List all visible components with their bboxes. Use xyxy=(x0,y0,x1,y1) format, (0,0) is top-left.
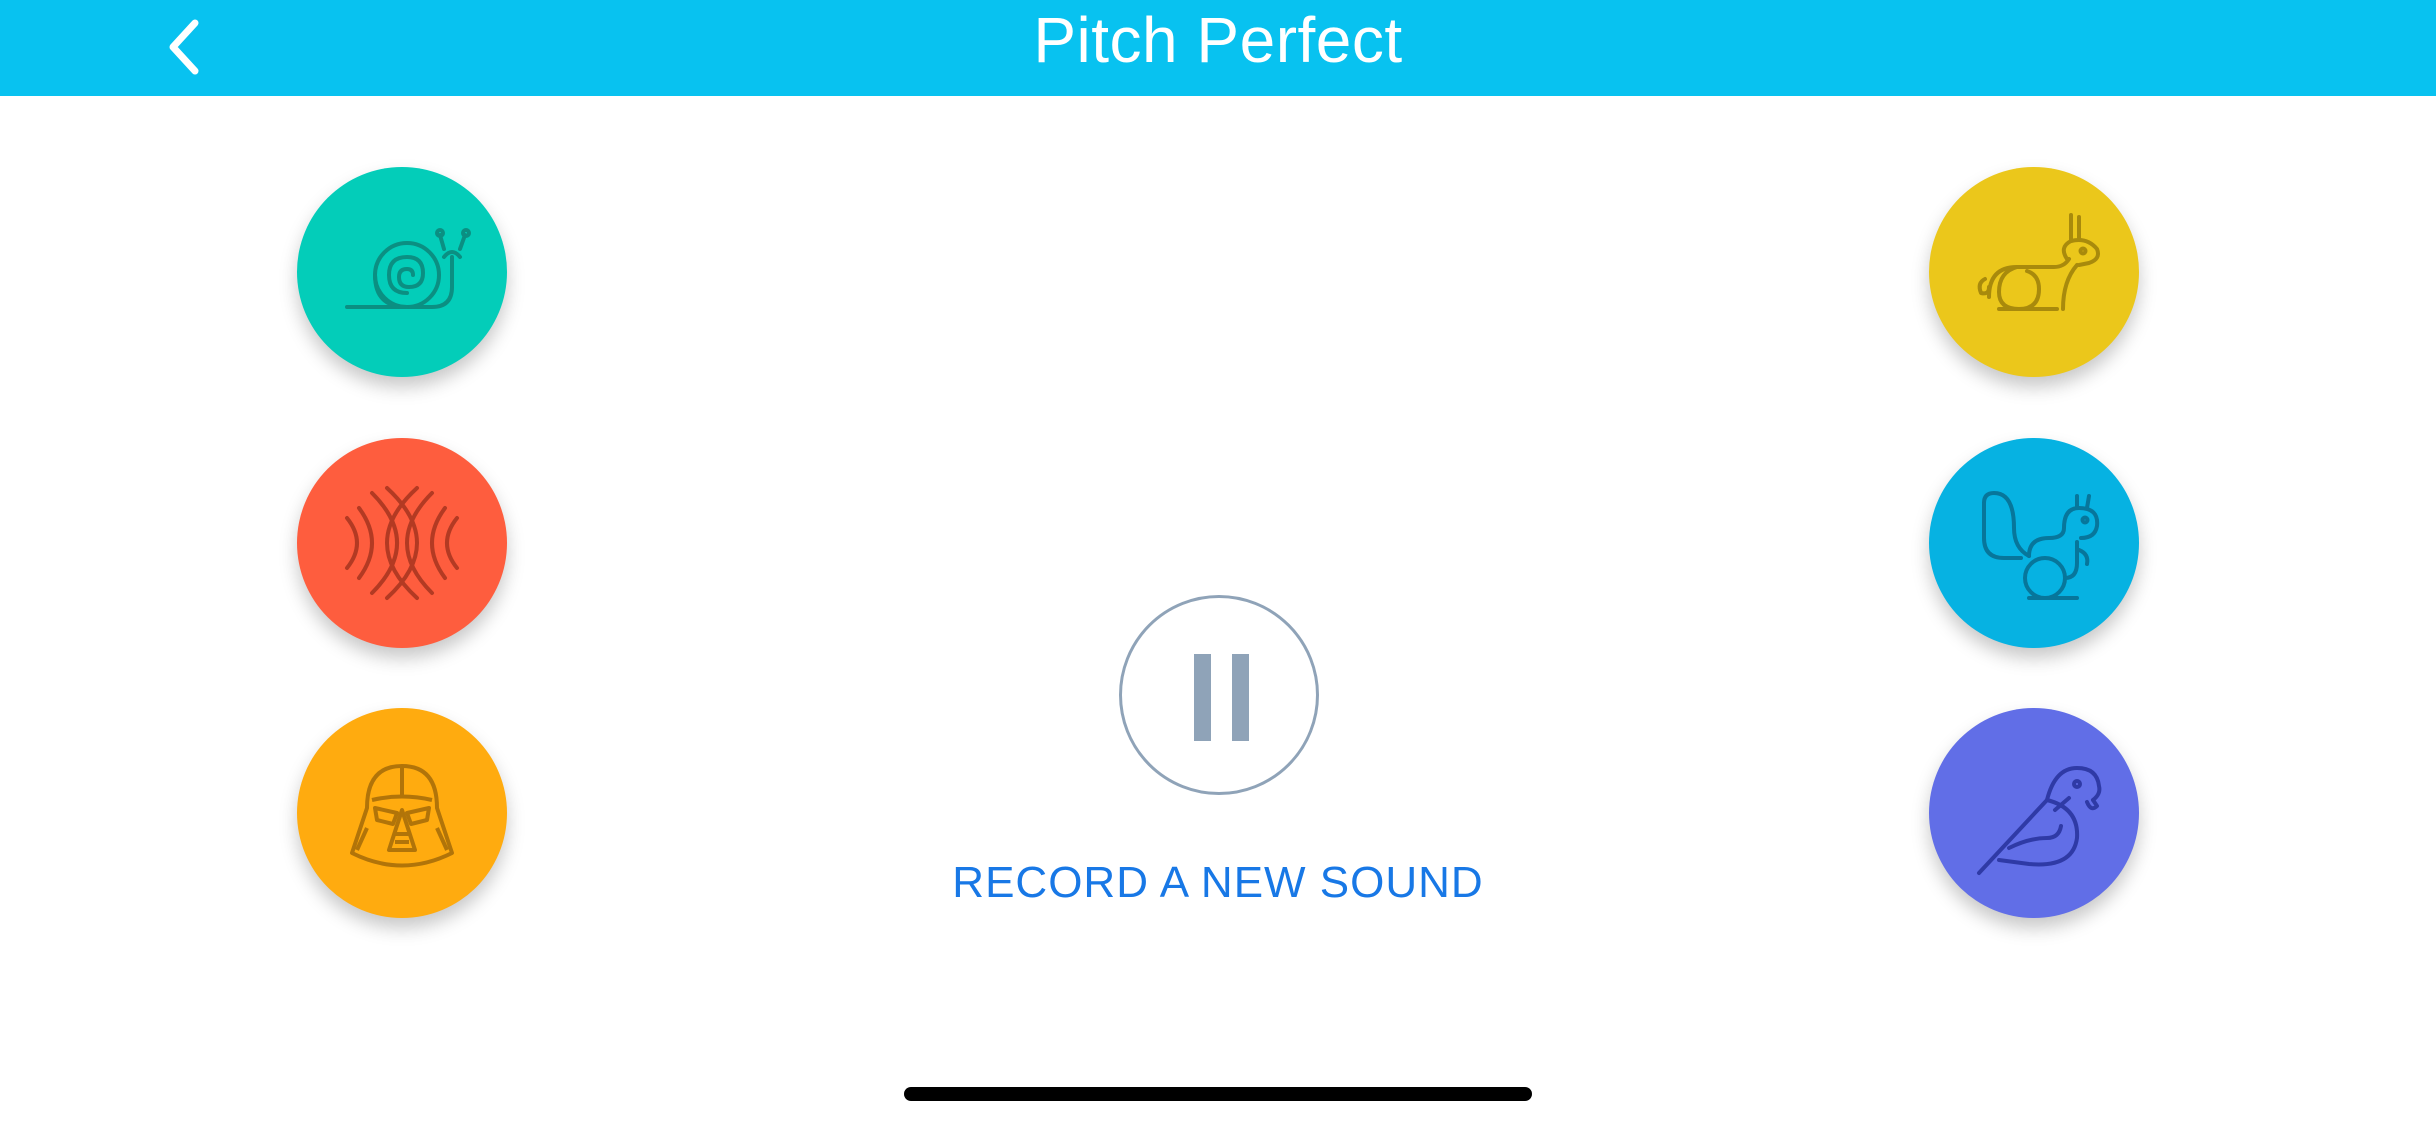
home-indicator xyxy=(904,1087,1532,1101)
darth-vader-icon xyxy=(350,764,454,868)
slow-effect-button[interactable] xyxy=(297,167,507,377)
reverb-effect-button[interactable] xyxy=(1929,708,2139,918)
playback-screen: Pitch Perfect RECORD A NEW SOUND xyxy=(0,0,2436,1125)
pause-bar-left xyxy=(1194,654,1211,741)
navigation-bar: Pitch Perfect xyxy=(0,0,2436,96)
rabbit-icon xyxy=(1977,213,2100,311)
echo-waves-icon xyxy=(345,486,459,600)
snail-icon xyxy=(345,228,471,309)
squirrel-icon xyxy=(1982,491,2100,600)
parrot-icon xyxy=(1977,766,2102,875)
record-new-sound-button[interactable]: RECORD A NEW SOUND xyxy=(818,858,1618,908)
pause-bar-right xyxy=(1232,654,1249,741)
echo-effect-button[interactable] xyxy=(297,438,507,648)
chipmunk-effect-button[interactable] xyxy=(1929,438,2139,648)
stop-button[interactable] xyxy=(1119,595,1319,795)
darth-vader-effect-button[interactable] xyxy=(297,708,507,918)
page-title: Pitch Perfect xyxy=(1033,4,1403,76)
fast-effect-button[interactable] xyxy=(1929,167,2139,377)
